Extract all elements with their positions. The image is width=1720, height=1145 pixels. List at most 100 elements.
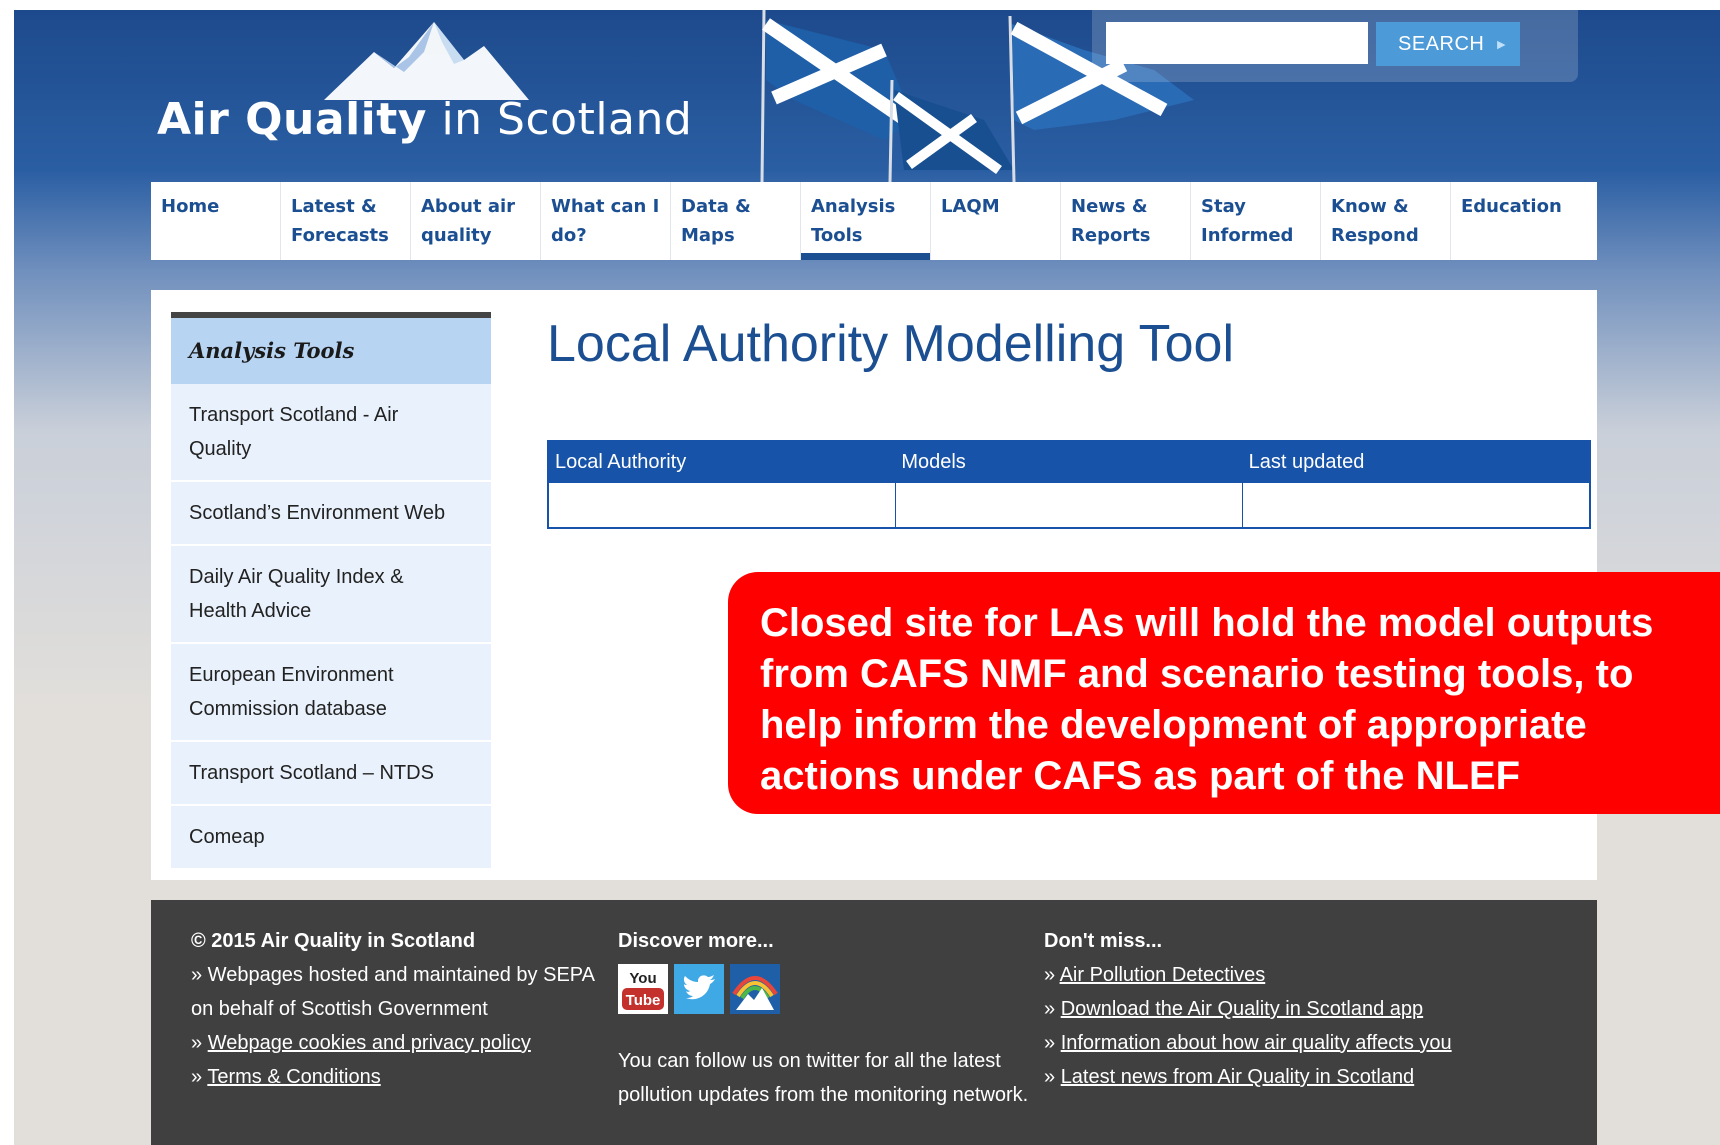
sidebar-item-label: Comeap: [189, 826, 265, 848]
nav-label: quality: [421, 225, 492, 246]
nav-item-latest-forecasts[interactable]: Latest & Forecasts: [281, 182, 411, 260]
air-pollution-detectives-link[interactable]: Air Pollution Detectives: [1060, 964, 1266, 986]
footer-follow-text: You can follow us on twitter for all the…: [618, 1050, 1029, 1106]
nav-item-home[interactable]: Home: [151, 182, 281, 260]
site-footer: © 2015 Air Quality in Scotland » Webpage…: [151, 900, 1597, 1145]
sidebar-item-scotlands-environment-web[interactable]: Scotland’s Environment Web: [171, 482, 491, 546]
callout-line: actions under CAFS as part of the NLEF: [760, 754, 1521, 798]
sidebar-item-label: Daily Air Quality Index &: [189, 566, 404, 588]
nav-item-know-respond[interactable]: Know & Respond: [1321, 182, 1451, 260]
callout-line: help inform the development of appropria…: [760, 703, 1587, 747]
sidebar-item-comeap[interactable]: Comeap: [171, 806, 491, 870]
footer-hosted-text-2: on behalf of Scottish Government: [191, 998, 488, 1020]
nav-label: Tools: [811, 225, 863, 246]
chevron-right-icon: ►: [1494, 36, 1509, 53]
search-button-label: SEARCH: [1398, 32, 1485, 55]
sidebar-title: Analysis Tools: [171, 318, 491, 384]
table-cell: [894, 482, 1244, 529]
youtube-icon-top-text: You: [629, 970, 656, 987]
footer-column-copyright: © 2015 Air Quality in Scotland » Webpage…: [191, 924, 595, 1094]
cookies-privacy-link[interactable]: Webpage cookies and privacy policy: [208, 1032, 531, 1054]
search-input[interactable]: [1106, 22, 1368, 64]
nav-label: Education: [1461, 196, 1562, 217]
nav-item-news-reports[interactable]: News & Reports: [1061, 182, 1191, 260]
footer-column-discover: Discover more... You Tube You can follow…: [618, 924, 1058, 1112]
nav-label: Data &: [681, 196, 751, 217]
footer-discover-heading: Discover more...: [618, 930, 774, 952]
table-cell: [547, 482, 896, 529]
nav-item-education[interactable]: Education: [1451, 182, 1581, 260]
footer-bullet: »: [1044, 1066, 1061, 1088]
twitter-icon[interactable]: [674, 964, 724, 1014]
nav-label: Maps: [681, 225, 735, 246]
nav-label: About air: [421, 196, 516, 217]
column-header-models[interactable]: Models: [895, 441, 1243, 483]
nav-label: Informed: [1201, 225, 1294, 246]
footer-bullet: »: [1044, 998, 1061, 1020]
table-row: [547, 482, 1591, 529]
nav-label: Know &: [1331, 196, 1409, 217]
sidebar-item-daily-air-quality-index[interactable]: Daily Air Quality Index & Health Advice: [171, 546, 491, 644]
site-logo-text[interactable]: Air Quality in Scotland: [157, 94, 692, 145]
download-app-link[interactable]: Download the Air Quality in Scotland app: [1061, 998, 1423, 1020]
nav-label: News &: [1071, 196, 1148, 217]
nav-label: Latest &: [291, 196, 377, 217]
footer-bullet: »: [1044, 1032, 1061, 1054]
site-header: Air Quality in Scotland SEARCH ►: [14, 10, 1720, 182]
search-panel: SEARCH ►: [1092, 10, 1578, 82]
nav-label: Home: [161, 196, 220, 217]
nav-item-stay-informed[interactable]: Stay Informed: [1191, 182, 1321, 260]
nav-label: Forecasts: [291, 225, 389, 246]
sidebar-item-label: Health Advice: [189, 600, 312, 622]
nav-item-what-can-i-do[interactable]: What can I do?: [541, 182, 671, 260]
sidebar-item-label: Quality: [189, 438, 252, 460]
footer-column-dont-miss: Don't miss... » Air Pollution Detectives…: [1044, 924, 1452, 1094]
column-header-last-updated[interactable]: Last updated: [1242, 441, 1590, 483]
sidebar-item-transport-scotland-air-quality[interactable]: Transport Scotland - Air Quality: [171, 384, 491, 482]
nav-item-about-air-quality[interactable]: About air quality: [411, 182, 541, 260]
local-authority-table: Local Authority Models Last updated: [547, 440, 1591, 529]
nav-item-laqm[interactable]: LAQM: [931, 182, 1061, 260]
nav-item-data-maps[interactable]: Data & Maps: [671, 182, 801, 260]
sidebar-item-label: European Environment: [189, 664, 394, 686]
sidebar: Analysis Tools Transport Scotland - Air Q…: [171, 312, 491, 870]
air-quality-app-icon[interactable]: [730, 964, 780, 1014]
social-links: You Tube: [618, 964, 1058, 1014]
mountain-logo-icon: [324, 22, 529, 100]
table-cell: [1242, 482, 1591, 529]
logo-rest-text: in Scotland: [426, 94, 693, 145]
sidebar-item-label: Transport Scotland – NTDS: [189, 762, 434, 784]
footer-hosted-text: » Webpages hosted and maintained by SEPA: [191, 964, 595, 986]
search-button[interactable]: SEARCH ►: [1376, 22, 1520, 66]
latest-news-link[interactable]: Latest news from Air Quality in Scotland: [1061, 1066, 1415, 1088]
nav-label: Analysis: [811, 196, 896, 217]
terms-conditions-link[interactable]: Terms & Conditions: [207, 1066, 380, 1088]
callout-annotation: Closed site for LAs will hold the model …: [728, 572, 1720, 814]
nav-label: What can I: [551, 196, 660, 217]
youtube-icon-bottom-text: Tube: [626, 992, 661, 1009]
sidebar-item-transport-scotland-ntds[interactable]: Transport Scotland – NTDS: [171, 742, 491, 806]
footer-dont-miss-heading: Don't miss...: [1044, 930, 1163, 952]
nav-label: Respond: [1331, 225, 1419, 246]
nav-item-analysis-tools[interactable]: Analysis Tools: [801, 182, 931, 260]
callout-line: Closed site for LAs will hold the model …: [760, 601, 1654, 645]
footer-bullet: »: [191, 1066, 208, 1088]
nav-label: LAQM: [941, 196, 1000, 217]
page-title: Local Authority Modelling Tool: [547, 315, 1235, 373]
table-header-row: Local Authority Models Last updated: [548, 441, 1590, 483]
main-nav: Home Latest & Forecasts About air quality …: [151, 182, 1597, 260]
callout-line: from CAFS NMF and scenario testing tools…: [760, 652, 1634, 696]
nav-label: Reports: [1071, 225, 1151, 246]
footer-copyright-heading: © 2015 Air Quality in Scotland: [191, 930, 476, 952]
sidebar-item-label: Transport Scotland - Air: [189, 404, 399, 426]
youtube-icon[interactable]: You Tube: [618, 964, 668, 1014]
sidebar-item-european-environment-commission[interactable]: European Environment Commission database: [171, 644, 491, 742]
page: Air Quality in Scotland SEARCH ► Home La…: [14, 10, 1720, 1145]
nav-label: Stay: [1201, 196, 1246, 217]
sidebar-item-label: Scotland’s Environment Web: [189, 502, 446, 524]
column-header-local-authority[interactable]: Local Authority: [548, 441, 896, 483]
footer-bullet: »: [1044, 964, 1060, 986]
footer-bullet: »: [191, 1032, 208, 1054]
air-quality-health-info-link[interactable]: Information about how air quality affect…: [1061, 1032, 1452, 1054]
sidebar-item-label: Commission database: [189, 698, 387, 720]
